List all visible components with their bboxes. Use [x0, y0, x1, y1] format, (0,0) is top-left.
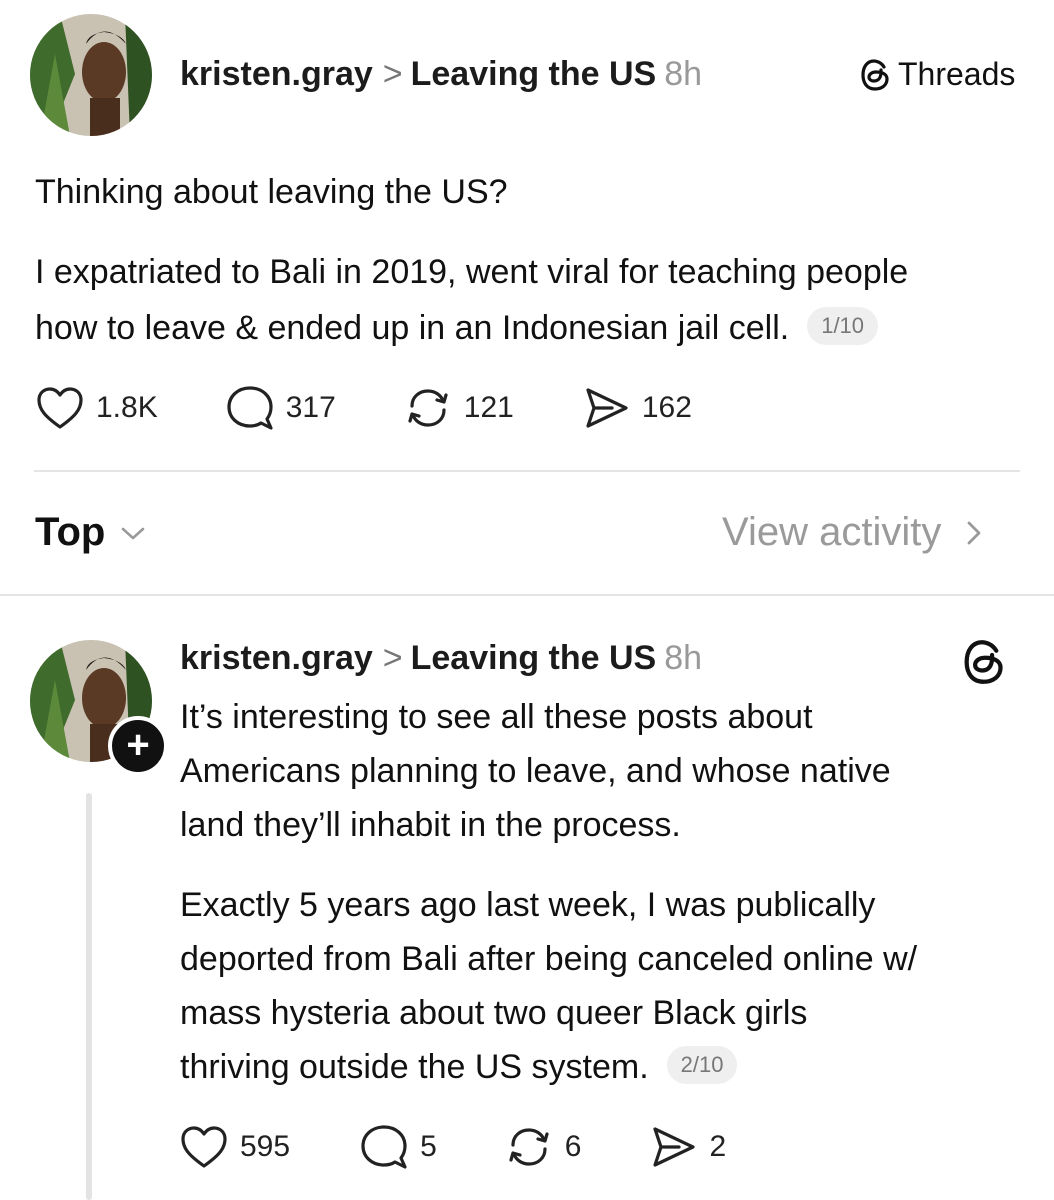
chevron-down-icon — [122, 527, 145, 539]
view-activity-label: View activity — [722, 510, 942, 554]
reply-line: It’s interesting to see all these posts … — [180, 698, 813, 736]
reply-count: 317 — [285, 391, 336, 424]
reply-like-count: 595 — [240, 1130, 291, 1163]
reply-line: thriving outside the US system. 2/10 — [180, 1040, 1040, 1094]
share-icon — [653, 1127, 696, 1167]
threads-label: Threads — [898, 56, 1016, 92]
reply-paragraph-2: Exactly 5 years ago last week, I was pub… — [180, 878, 1040, 1094]
section-divider — [0, 594, 1054, 596]
reply-header: kristen.gray > Leaving the US 8h — [180, 638, 702, 678]
threads-link[interactable]: Threads — [860, 56, 1015, 93]
reply-share-count: 2 — [709, 1130, 727, 1163]
share-count: 162 — [641, 391, 692, 424]
username[interactable]: kristen.gray — [180, 55, 373, 93]
chevron-right-icon — [967, 521, 981, 544]
thread-page-badge: 1/10 — [807, 307, 879, 346]
sort-dropdown[interactable]: Top — [35, 510, 147, 555]
avatar[interactable] — [30, 14, 152, 136]
reply-separator: > — [382, 639, 403, 677]
comment-icon — [227, 386, 273, 430]
repost-icon — [509, 1128, 549, 1166]
share-button[interactable]: 162 — [582, 386, 692, 430]
reply-username[interactable]: kristen.gray — [180, 639, 373, 677]
post-body: I expatriated to Bali in 2019, went vira… — [35, 244, 1035, 356]
post-actions: 1.8K 317 121 162 — [36, 385, 746, 431]
reply-topic-tag[interactable]: Leaving the US — [411, 639, 657, 677]
reply-share-button[interactable]: 2 — [649, 1125, 726, 1169]
comment-icon — [361, 1125, 407, 1169]
topic-tag[interactable]: Leaving the US — [411, 55, 657, 93]
like-button[interactable]: 1.8K — [36, 386, 158, 430]
post-line-2: I expatriated to Bali in 2019, went vira… — [35, 253, 909, 291]
post-line-1: Thinking about leaving the US? — [35, 173, 508, 211]
reply-reply-count: 5 — [420, 1130, 437, 1163]
reply-repost-count: 6 — [564, 1130, 582, 1163]
reply-timestamp: 8h — [664, 639, 703, 677]
reply-button[interactable]: 317 — [226, 385, 336, 431]
reply-reply-button[interactable]: 5 — [360, 1124, 437, 1170]
repost-icon — [408, 389, 448, 427]
reply-line: mass hysteria about two queer Black girl… — [180, 994, 808, 1032]
repost-count: 121 — [463, 391, 514, 424]
like-count: 1.8K — [96, 391, 158, 424]
thread-line — [86, 793, 92, 1200]
post-line-3: how to leave & ended up in an Indonesian… — [35, 300, 1035, 356]
reply-line: Americans planning to leave, and whose n… — [180, 752, 891, 790]
reply-repost-button[interactable]: 6 — [505, 1125, 582, 1169]
threads-logo-icon — [964, 640, 1003, 684]
follow-plus-button[interactable]: + — [108, 716, 168, 776]
reply-paragraph-1: It’s interesting to see all these posts … — [180, 690, 1030, 852]
post-header: kristen.gray > Leaving the US 8h — [180, 54, 702, 94]
plus-icon: + — [126, 723, 150, 767]
threads-logo-button[interactable] — [962, 638, 1008, 691]
share-icon — [586, 388, 628, 428]
timestamp: 8h — [664, 55, 703, 93]
reply-like-button[interactable]: 595 — [180, 1125, 290, 1169]
heart-icon — [37, 387, 83, 429]
view-activity-link[interactable]: View activity — [722, 510, 985, 555]
heart-icon — [181, 1126, 227, 1168]
reply-line: land they’ll inhabit in the process. — [180, 806, 681, 844]
reply-line: Exactly 5 years ago last week, I was pub… — [180, 886, 876, 924]
reply-line-text: thriving outside the US system. — [180, 1048, 649, 1086]
reply-actions: 595 5 6 2 — [180, 1124, 780, 1170]
divider — [34, 470, 1020, 472]
separator: > — [382, 55, 403, 93]
reply-thread-page-badge: 2/10 — [666, 1046, 738, 1085]
post-line-3-text: how to leave & ended up in an Indonesian… — [35, 309, 790, 347]
threads-logo-icon — [861, 58, 889, 91]
reply-line: deported from Bali after being canceled … — [180, 940, 918, 978]
repost-button[interactable]: 121 — [404, 386, 514, 430]
sort-label: Top — [35, 510, 106, 554]
